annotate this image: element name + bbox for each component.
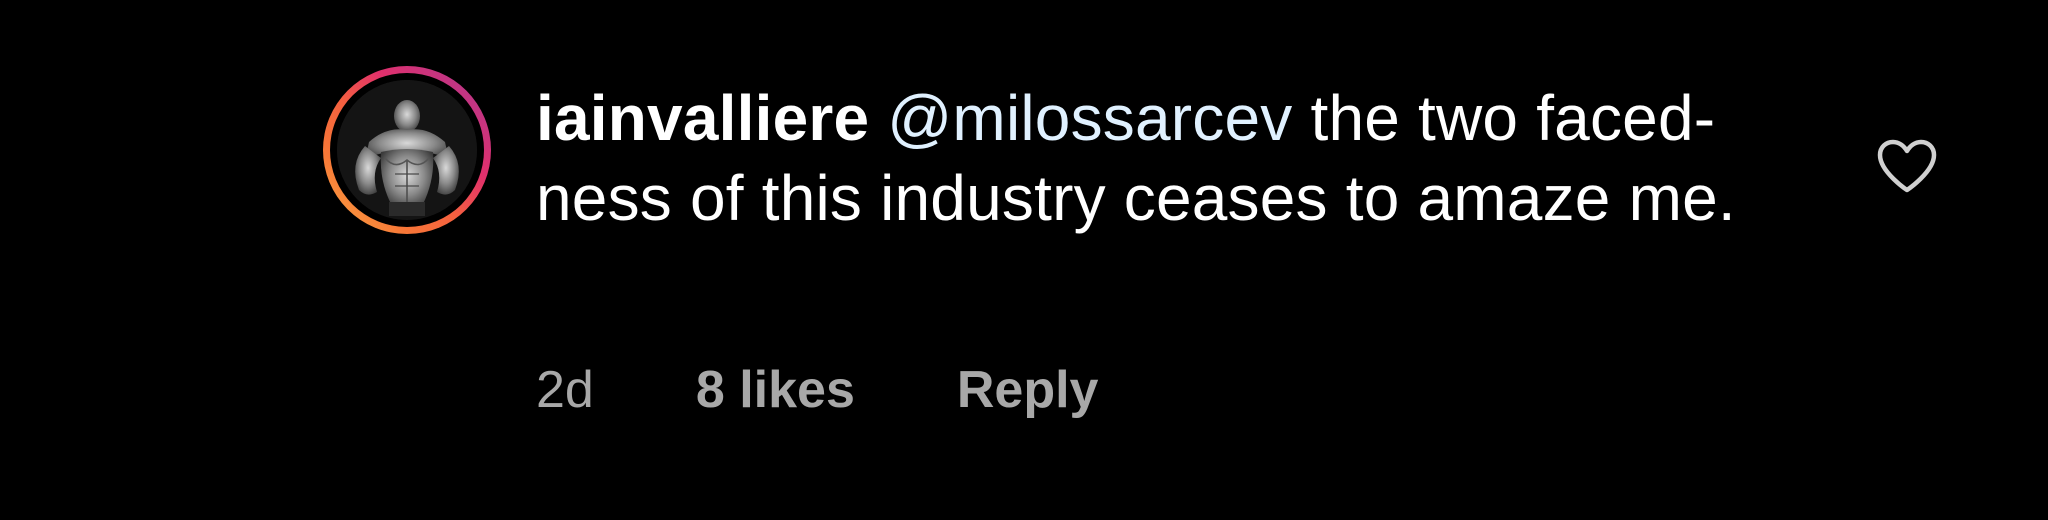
comment-timestamp[interactable]: 2d xyxy=(536,360,594,420)
comment-mention-link[interactable]: @milossarcev xyxy=(887,82,1292,154)
comment-body: iainvalliere @milossarcev the two faced-… xyxy=(536,78,1756,238)
reply-button[interactable]: Reply xyxy=(957,360,1099,420)
comment-meta: 2d 8 likes Reply xyxy=(536,355,1098,425)
heart-icon[interactable] xyxy=(1876,138,1938,194)
heart-outline-icon xyxy=(1877,139,1937,193)
comment-likes-count[interactable]: 8 likes xyxy=(696,360,855,420)
comment-username[interactable]: iainvalliere xyxy=(536,82,869,154)
avatar[interactable] xyxy=(337,80,477,220)
avatar-story-ring[interactable] xyxy=(323,66,491,234)
avatar-ring-gap xyxy=(330,73,484,227)
comment-row: iainvalliere @milossarcev the two faced-… xyxy=(0,0,2048,520)
avatar-image xyxy=(337,80,477,220)
